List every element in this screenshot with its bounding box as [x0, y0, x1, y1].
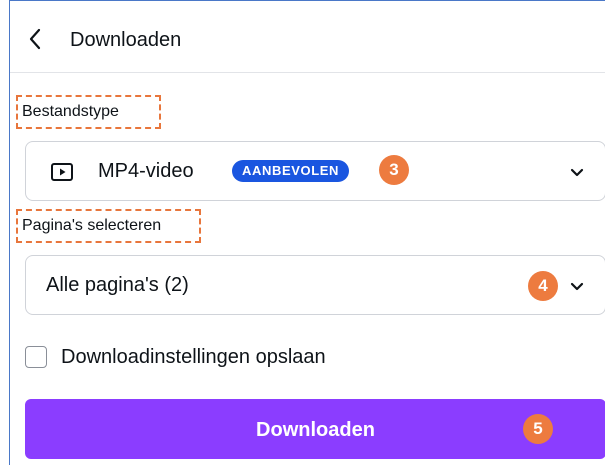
video-play-icon	[51, 163, 73, 181]
recommended-badge: AANBEVOLEN	[232, 160, 350, 182]
save-settings-checkbox[interactable]	[25, 346, 47, 368]
save-settings-label: Downloadinstellingen opslaan	[61, 346, 326, 368]
pages-label-highlight: Pagina's selecteren	[16, 209, 201, 243]
pages-value: Alle pagina's (2)	[46, 274, 189, 296]
chevron-down-icon	[570, 282, 584, 291]
step-marker-3: 3	[379, 155, 409, 185]
file-type-label-highlight: Bestandstype	[16, 95, 161, 129]
download-button-label: Downloaden	[256, 419, 375, 441]
download-button[interactable]: Downloaden 5	[25, 399, 605, 459]
chevron-down-icon	[570, 168, 584, 177]
file-type-value: MP4-video	[98, 160, 194, 182]
back-button[interactable]	[24, 25, 48, 53]
pages-label: Pagina's selecteren	[22, 217, 162, 234]
step-marker-4: 4	[528, 271, 558, 301]
file-type-label: Bestandstype	[22, 103, 119, 120]
chevron-left-icon	[29, 28, 41, 50]
panel-header: Downloaden	[10, 1, 605, 73]
step-marker-5: 5	[523, 414, 553, 444]
download-panel: Downloaden Bestandstype MP4-video AANBEV…	[9, 0, 605, 465]
file-type-dropdown[interactable]: MP4-video AANBEVOLEN 3	[25, 141, 605, 201]
pages-dropdown[interactable]: Alle pagina's (2) 4	[25, 255, 605, 315]
panel-title: Downloaden	[70, 29, 182, 51]
